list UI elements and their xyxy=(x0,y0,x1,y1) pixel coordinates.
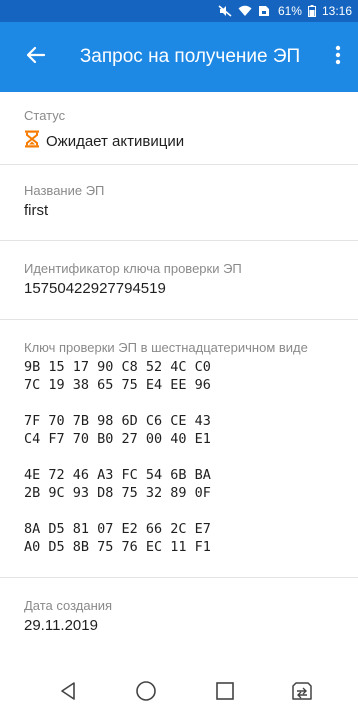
nav-switch-sim-button[interactable] xyxy=(286,677,318,709)
arrow-left-icon xyxy=(26,46,46,69)
name-value: first xyxy=(24,202,49,219)
key-id-section: Идентификатор ключа проверки ЭП 15750422… xyxy=(0,241,358,320)
wifi-icon xyxy=(238,5,252,17)
home-circle-icon xyxy=(135,680,157,707)
hex-block: 9B 15 17 90 C8 52 4C C0 7C 19 38 65 75 E… xyxy=(24,358,346,394)
hex-block: 7F 70 7B 98 6D C6 CE 43 C4 F7 70 B0 27 0… xyxy=(24,412,346,448)
key-id-value: 15750422927794519 xyxy=(24,280,166,297)
status-bar: 61% 13:16 xyxy=(0,0,358,22)
hex-line: 4E 72 46 A3 FC 54 6B BA xyxy=(24,467,211,483)
nav-back-button[interactable] xyxy=(52,677,84,709)
page-title: Запрос на получение ЭП xyxy=(79,46,301,67)
key-hex-section: Ключ проверки ЭП в шестнадцатеричном вид… xyxy=(0,320,358,578)
app-bar: Запрос на получение ЭП xyxy=(0,22,358,92)
created-value: 29.11.2019 xyxy=(24,617,98,634)
hex-line: 8A D5 81 07 E2 66 2C E7 xyxy=(24,521,211,537)
recents-square-icon xyxy=(215,681,235,706)
hex-line: 7F 70 7B 98 6D C6 CE 43 xyxy=(24,413,211,429)
switch-sim-icon xyxy=(291,681,313,706)
more-vert-icon xyxy=(335,45,341,70)
key-id-label: Идентификатор ключа проверки ЭП xyxy=(24,261,242,276)
key-hex-blocks: 9B 15 17 90 C8 52 4C C0 7C 19 38 65 75 E… xyxy=(24,358,346,556)
battery-percent: 61% xyxy=(277,4,302,18)
nav-recents-button[interactable] xyxy=(209,677,241,709)
overflow-menu-button[interactable] xyxy=(320,33,356,81)
key-hex-label: Ключ проверки ЭП в шестнадцатеричном вид… xyxy=(24,340,308,355)
back-button[interactable] xyxy=(12,33,60,81)
mute-icon xyxy=(218,5,232,17)
hex-line: 2B 9C 93 D8 75 32 89 0F xyxy=(24,485,211,501)
status-label: Статус xyxy=(24,108,66,123)
status-value: Ожидает активиции xyxy=(46,132,185,150)
hex-block: 8A D5 81 07 E2 66 2C E7 A0 D5 8B 75 76 E… xyxy=(24,520,346,556)
name-section: Название ЭП first xyxy=(0,165,358,241)
hex-line: C4 F7 70 B0 27 00 40 E1 xyxy=(24,431,211,447)
hex-block: 4E 72 46 A3 FC 54 6B BA 2B 9C 93 D8 75 3… xyxy=(24,466,346,502)
created-label: Дата создания xyxy=(24,598,113,613)
hex-line: A0 D5 8B 75 76 EC 11 F1 xyxy=(24,539,211,555)
request-details: Статус Ожидает активиции Название ЭП fir… xyxy=(0,92,358,636)
battery-icon xyxy=(307,5,316,17)
hex-line: 7C 19 38 65 75 E4 EE 96 xyxy=(24,377,211,393)
navigation-bar xyxy=(0,668,358,718)
status-time: 13:16 xyxy=(321,4,352,18)
hourglass-icon xyxy=(24,130,40,153)
sim-icon xyxy=(258,5,272,17)
name-label: Название ЭП xyxy=(24,183,105,198)
nav-home-button[interactable] xyxy=(130,677,162,709)
status-section: Статус Ожидает активиции xyxy=(0,92,358,165)
created-section: Дата создания 29.11.2019 xyxy=(0,578,358,636)
hex-line: 9B 15 17 90 C8 52 4C C0 xyxy=(24,359,211,375)
back-triangle-icon xyxy=(59,681,77,706)
